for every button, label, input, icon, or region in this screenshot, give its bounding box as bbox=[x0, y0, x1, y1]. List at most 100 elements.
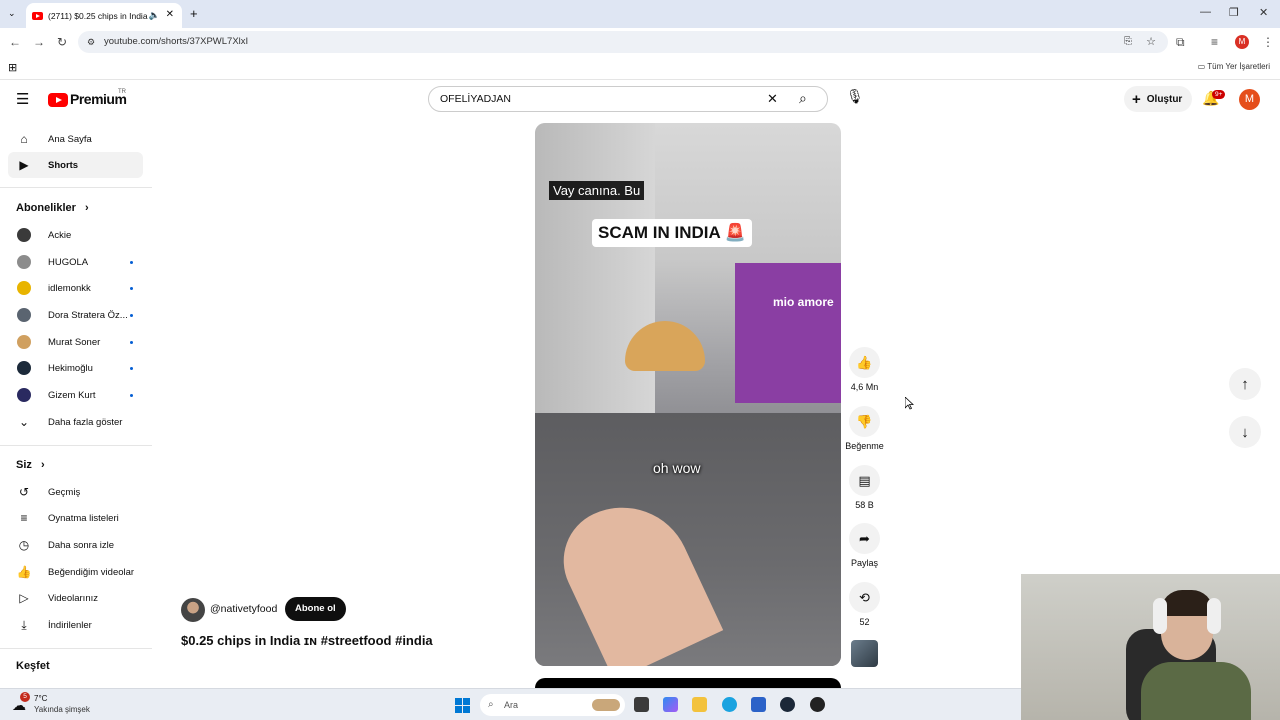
windows-taskbar: ☁ 5 7°C Yakında şimşek ⌕ Ara bbox=[0, 688, 1021, 720]
like-count: 4,6 Mn bbox=[850, 382, 879, 392]
weather-desc: Yakında şimşek bbox=[34, 705, 90, 714]
all-bookmarks-button[interactable]: ▭ Tüm Yer İşaretleri bbox=[1198, 62, 1270, 71]
channel-avatar bbox=[17, 228, 31, 242]
sidebar-item-watch-later[interactable]: ◷ Daha sonra izle bbox=[8, 532, 143, 558]
close-tab-icon[interactable]: ✕ bbox=[166, 9, 174, 20]
weather-temp: 7°C bbox=[34, 694, 48, 703]
channel-name: Gizem Kurt bbox=[48, 389, 96, 401]
arrow-down-icon: ↓ bbox=[1241, 423, 1249, 441]
download-icon: ⤓ bbox=[21, 617, 27, 632]
menu-kebab-icon[interactable]: ⋮ bbox=[1262, 35, 1274, 49]
apps-grid-icon[interactable]: ⊞ bbox=[8, 61, 17, 74]
comments-action[interactable]: ▤ 58 B bbox=[849, 465, 880, 510]
comment-icon[interactable]: ▤ bbox=[849, 465, 880, 496]
forward-icon[interactable]: → bbox=[33, 35, 45, 49]
caption-title: SCAM IN INDIA 🚨 bbox=[592, 219, 753, 247]
bookmarks-bar: ⊞ ▭ Tüm Yer İşaretleri bbox=[0, 56, 1280, 80]
create-label: Oluştur bbox=[1146, 93, 1183, 105]
sidebar-item-shorts[interactable]: ▶ Shorts bbox=[8, 152, 143, 178]
weather-badge: 5 bbox=[20, 692, 30, 702]
speaker-icon[interactable]: 🔈 bbox=[149, 10, 160, 21]
url-text: youtube.com/shorts/37XPWL7XlxI bbox=[104, 36, 249, 47]
sidebar-item-liked-videos[interactable]: 👍 Beğendiğim videolar bbox=[8, 559, 143, 585]
profile-avatar[interactable]: M bbox=[1235, 35, 1249, 49]
create-button[interactable]: + Oluştur bbox=[1124, 86, 1192, 112]
bookmark-star-icon[interactable]: ☆ bbox=[1146, 31, 1156, 53]
restore-icon[interactable]: ❐ bbox=[1229, 6, 1239, 19]
new-content-dot bbox=[130, 393, 133, 397]
start-button-icon[interactable] bbox=[455, 698, 470, 713]
sidebar-item-channel[interactable]: HUGOLA bbox=[8, 249, 143, 275]
search-input[interactable]: OFELİYADJAN ✕ ⌕ bbox=[428, 86, 828, 112]
sidebar-item-channel[interactable]: Gizem Kurt bbox=[8, 382, 143, 408]
microphone-icon[interactable]: 🎙 bbox=[846, 88, 864, 105]
video-title[interactable]: $0.25 chips in India ɪɴ #streetfood #ind… bbox=[181, 633, 433, 648]
shorts-video-player[interactable]: mio amore Vay canına. Bu SCAM IN INDIA 🚨… bbox=[535, 123, 841, 666]
explore-heading: Keşfet bbox=[16, 660, 50, 672]
store-icon[interactable] bbox=[751, 697, 766, 712]
thumb-down-icon[interactable]: 👎 bbox=[849, 406, 880, 437]
headphone-left bbox=[1153, 598, 1167, 634]
install-app-icon[interactable]: ⎘ bbox=[1124, 31, 1132, 53]
divider bbox=[0, 648, 152, 649]
show-more-button[interactable]: ⌄ Daha fazla göster bbox=[8, 409, 143, 435]
taskbar-search[interactable]: ⌕ Ara bbox=[480, 694, 625, 716]
sidebar-item-history[interactable]: ↺ Geçmiş bbox=[8, 479, 143, 505]
sidebar-item-your-videos[interactable]: ▷ Videolarınız bbox=[8, 585, 143, 611]
search-icon[interactable]: ⌕ bbox=[799, 90, 807, 107]
sidebar-item-channel[interactable]: Dora Stratera Öz... bbox=[8, 302, 143, 328]
sidebar-item-downloads[interactable]: ⤓ İndirilenler bbox=[8, 612, 143, 638]
sound-channel-thumbnail[interactable] bbox=[851, 640, 878, 667]
tab-list-icon[interactable]: ⌄ bbox=[8, 8, 16, 19]
clear-search-icon[interactable]: ✕ bbox=[767, 91, 778, 107]
share-icon[interactable]: ➦ bbox=[849, 523, 880, 554]
reload-icon[interactable]: ↻ bbox=[57, 35, 67, 49]
minimize-icon[interactable]: — bbox=[1200, 6, 1211, 18]
sidebar: ⌂ Ana Sayfa ▶ Shorts Abonelikler › Ackie… bbox=[0, 120, 152, 688]
media-control-icon[interactable]: ≡ bbox=[1211, 35, 1218, 49]
browser-tab-bar: ⌄ (2711) $0.25 chips in India 🔈 ✕ + — ❐ … bbox=[0, 0, 1280, 28]
dislike-action[interactable]: 👎 Beğenme bbox=[845, 406, 884, 451]
share-action[interactable]: ➦ Paylaş bbox=[849, 523, 880, 568]
site-info-icon[interactable]: ⚙ bbox=[87, 31, 95, 53]
account-avatar[interactable]: M bbox=[1239, 89, 1260, 110]
new-tab-icon[interactable]: + bbox=[190, 6, 198, 21]
channel-avatar bbox=[17, 361, 31, 375]
remix-action[interactable]: ⟲ 52 bbox=[849, 582, 880, 627]
back-icon[interactable]: ← bbox=[9, 35, 21, 49]
task-view-icon[interactable] bbox=[634, 697, 649, 712]
edge-icon[interactable] bbox=[722, 697, 737, 712]
sidebar-item-channel[interactable]: Hekimoğlu bbox=[8, 355, 143, 381]
like-action[interactable]: 👍 4,6 Mn bbox=[849, 347, 880, 392]
history-icon: ↺ bbox=[18, 485, 30, 499]
remix-count: 52 bbox=[859, 617, 870, 627]
channel-avatar[interactable] bbox=[181, 598, 205, 622]
subscriptions-heading[interactable]: Abonelikler › bbox=[16, 202, 89, 214]
subscribe-button[interactable]: Abone ol bbox=[285, 597, 346, 621]
hamburger-menu-icon[interactable]: ☰ bbox=[16, 90, 29, 108]
extensions-icon[interactable]: ⧉ bbox=[1176, 35, 1185, 50]
sidebar-item-home[interactable]: ⌂ Ana Sayfa bbox=[8, 126, 143, 152]
sidebar-item-channel[interactable]: Ackie bbox=[8, 222, 143, 248]
divider bbox=[0, 445, 152, 446]
sidebar-item-label: Geçmiş bbox=[48, 486, 81, 498]
previous-video-button[interactable]: ↑ bbox=[1229, 368, 1261, 400]
copilot-icon[interactable] bbox=[663, 697, 678, 712]
obs-icon[interactable] bbox=[810, 697, 825, 712]
you-heading[interactable]: Siz › bbox=[16, 459, 45, 471]
country-code: TR bbox=[118, 89, 126, 95]
notification-badge: 9+ bbox=[1212, 90, 1226, 99]
remix-icon[interactable]: ⟲ bbox=[849, 582, 880, 613]
thumb-up-icon[interactable]: 👍 bbox=[849, 347, 880, 378]
sidebar-item-channel[interactable]: idlemonkk bbox=[8, 275, 143, 301]
sidebar-item-playlists[interactable]: ≡ Oynatma listeleri bbox=[8, 505, 143, 531]
channel-handle[interactable]: @nativetyfood bbox=[210, 603, 277, 615]
next-video-button[interactable]: ↓ bbox=[1229, 416, 1261, 448]
browser-tab[interactable]: (2711) $0.25 chips in India 🔈 ✕ bbox=[26, 3, 182, 28]
url-bar[interactable]: ⚙ youtube.com/shorts/37XPWL7XlxI ⎘ ☆ bbox=[78, 31, 1168, 53]
sidebar-item-channel[interactable]: Murat Soner bbox=[8, 329, 143, 355]
steam-icon[interactable] bbox=[780, 697, 795, 712]
close-window-icon[interactable]: ✕ bbox=[1259, 6, 1268, 19]
channel-avatar bbox=[17, 335, 31, 349]
file-explorer-icon[interactable] bbox=[692, 697, 707, 712]
